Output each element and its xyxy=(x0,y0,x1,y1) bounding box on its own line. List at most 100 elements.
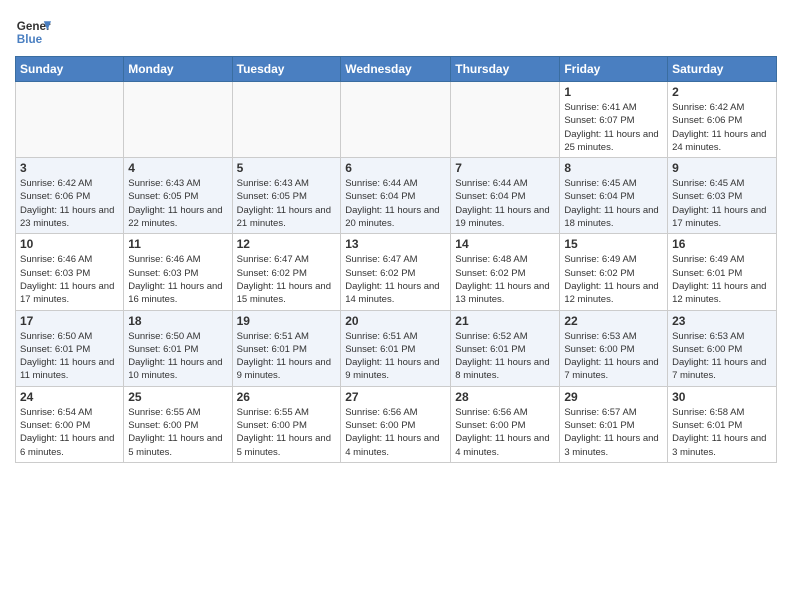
calendar-cell: 15 Sunrise: 6:49 AM Sunset: 6:02 PM Dayli… xyxy=(560,234,668,310)
calendar-cell: 18 Sunrise: 6:50 AM Sunset: 6:01 PM Dayli… xyxy=(124,310,232,386)
weekday-header-friday: Friday xyxy=(560,57,668,82)
day-number: 5 xyxy=(237,161,337,175)
day-info: Sunrise: 6:42 AM Sunset: 6:06 PM Dayligh… xyxy=(672,101,772,154)
calendar-week-1: 1 Sunrise: 6:41 AM Sunset: 6:07 PM Daylig… xyxy=(16,82,777,158)
weekday-header-thursday: Thursday xyxy=(451,57,560,82)
day-number: 21 xyxy=(455,314,555,328)
calendar-cell: 28 Sunrise: 6:56 AM Sunset: 6:00 PM Dayli… xyxy=(451,386,560,462)
day-info: Sunrise: 6:44 AM Sunset: 6:04 PM Dayligh… xyxy=(455,177,555,230)
day-number: 2 xyxy=(672,85,772,99)
calendar: SundayMondayTuesdayWednesdayThursdayFrid… xyxy=(15,56,777,463)
calendar-cell: 11 Sunrise: 6:46 AM Sunset: 6:03 PM Dayli… xyxy=(124,234,232,310)
day-number: 8 xyxy=(564,161,663,175)
day-info: Sunrise: 6:56 AM Sunset: 6:00 PM Dayligh… xyxy=(455,406,555,459)
day-info: Sunrise: 6:53 AM Sunset: 6:00 PM Dayligh… xyxy=(672,330,772,383)
calendar-week-4: 17Sunrise: 6:50 AM Sunset: 6:01 PM Dayli… xyxy=(16,310,777,386)
calendar-cell: 2 Sunrise: 6:42 AM Sunset: 6:06 PM Daylig… xyxy=(668,82,777,158)
calendar-cell: 6Sunrise: 6:44 AM Sunset: 6:04 PM Daylig… xyxy=(341,158,451,234)
day-number: 18 xyxy=(128,314,227,328)
calendar-week-3: 10 Sunrise: 6:46 AM Sunset: 6:03 PM Dayli… xyxy=(16,234,777,310)
day-number: 24 xyxy=(20,390,119,404)
day-number: 10 xyxy=(20,237,119,251)
calendar-cell: 1 Sunrise: 6:41 AM Sunset: 6:07 PM Daylig… xyxy=(560,82,668,158)
day-number: 23 xyxy=(672,314,772,328)
day-number: 19 xyxy=(237,314,337,328)
weekday-header-sunday: Sunday xyxy=(16,57,124,82)
day-info: Sunrise: 6:49 AM Sunset: 6:01 PM Dayligh… xyxy=(672,253,772,306)
calendar-cell: 12 Sunrise: 6:47 AM Sunset: 6:02 PM Dayli… xyxy=(232,234,341,310)
calendar-week-2: 3 Sunrise: 6:42 AM Sunset: 6:06 PM Daylig… xyxy=(16,158,777,234)
weekday-header-monday: Monday xyxy=(124,57,232,82)
day-number: 28 xyxy=(455,390,555,404)
weekday-header-saturday: Saturday xyxy=(668,57,777,82)
day-info: Sunrise: 6:55 AM Sunset: 6:00 PM Dayligh… xyxy=(237,406,337,459)
calendar-cell: 30Sunrise: 6:58 AM Sunset: 6:01 PM Dayli… xyxy=(668,386,777,462)
day-info: Sunrise: 6:50 AM Sunset: 6:01 PM Dayligh… xyxy=(20,330,119,383)
day-number: 29 xyxy=(564,390,663,404)
calendar-cell: 10 Sunrise: 6:46 AM Sunset: 6:03 PM Dayli… xyxy=(16,234,124,310)
calendar-cell: 16Sunrise: 6:49 AM Sunset: 6:01 PM Dayli… xyxy=(668,234,777,310)
calendar-cell xyxy=(451,82,560,158)
day-info: Sunrise: 6:42 AM Sunset: 6:06 PM Dayligh… xyxy=(20,177,119,230)
calendar-cell xyxy=(124,82,232,158)
day-info: Sunrise: 6:58 AM Sunset: 6:01 PM Dayligh… xyxy=(672,406,772,459)
day-number: 22 xyxy=(564,314,663,328)
day-info: Sunrise: 6:53 AM Sunset: 6:00 PM Dayligh… xyxy=(564,330,663,383)
day-info: Sunrise: 6:43 AM Sunset: 6:05 PM Dayligh… xyxy=(237,177,337,230)
calendar-cell: 3 Sunrise: 6:42 AM Sunset: 6:06 PM Daylig… xyxy=(16,158,124,234)
day-info: Sunrise: 6:54 AM Sunset: 6:00 PM Dayligh… xyxy=(20,406,119,459)
logo-icon: General Blue xyxy=(15,14,51,50)
day-info: Sunrise: 6:52 AM Sunset: 6:01 PM Dayligh… xyxy=(455,330,555,383)
day-info: Sunrise: 6:45 AM Sunset: 6:03 PM Dayligh… xyxy=(672,177,772,230)
day-number: 9 xyxy=(672,161,772,175)
calendar-cell: 25 Sunrise: 6:55 AM Sunset: 6:00 PM Dayli… xyxy=(124,386,232,462)
day-number: 3 xyxy=(20,161,119,175)
calendar-cell: 8 Sunrise: 6:45 AM Sunset: 6:04 PM Daylig… xyxy=(560,158,668,234)
day-number: 11 xyxy=(128,237,227,251)
calendar-cell: 14 Sunrise: 6:48 AM Sunset: 6:02 PM Dayli… xyxy=(451,234,560,310)
day-info: Sunrise: 6:55 AM Sunset: 6:00 PM Dayligh… xyxy=(128,406,227,459)
day-number: 15 xyxy=(564,237,663,251)
day-number: 1 xyxy=(564,85,663,99)
day-info: Sunrise: 6:43 AM Sunset: 6:05 PM Dayligh… xyxy=(128,177,227,230)
weekday-header-tuesday: Tuesday xyxy=(232,57,341,82)
day-info: Sunrise: 6:50 AM Sunset: 6:01 PM Dayligh… xyxy=(128,330,227,383)
calendar-cell: 9 Sunrise: 6:45 AM Sunset: 6:03 PM Daylig… xyxy=(668,158,777,234)
day-info: Sunrise: 6:56 AM Sunset: 6:00 PM Dayligh… xyxy=(345,406,446,459)
day-number: 14 xyxy=(455,237,555,251)
day-info: Sunrise: 6:45 AM Sunset: 6:04 PM Dayligh… xyxy=(564,177,663,230)
calendar-cell: 27 Sunrise: 6:56 AM Sunset: 6:00 PM Dayli… xyxy=(341,386,451,462)
day-info: Sunrise: 6:46 AM Sunset: 6:03 PM Dayligh… xyxy=(20,253,119,306)
calendar-cell: 17Sunrise: 6:50 AM Sunset: 6:01 PM Dayli… xyxy=(16,310,124,386)
calendar-cell: 19Sunrise: 6:51 AM Sunset: 6:01 PM Dayli… xyxy=(232,310,341,386)
day-number: 26 xyxy=(237,390,337,404)
logo: General Blue xyxy=(15,14,53,50)
svg-text:Blue: Blue xyxy=(17,33,43,46)
calendar-cell xyxy=(232,82,341,158)
day-number: 12 xyxy=(237,237,337,251)
day-info: Sunrise: 6:41 AM Sunset: 6:07 PM Dayligh… xyxy=(564,101,663,154)
calendar-cell: 29 Sunrise: 6:57 AM Sunset: 6:01 PM Dayli… xyxy=(560,386,668,462)
calendar-cell: 13Sunrise: 6:47 AM Sunset: 6:02 PM Dayli… xyxy=(341,234,451,310)
weekday-header-wednesday: Wednesday xyxy=(341,57,451,82)
day-info: Sunrise: 6:57 AM Sunset: 6:01 PM Dayligh… xyxy=(564,406,663,459)
day-number: 4 xyxy=(128,161,227,175)
day-number: 20 xyxy=(345,314,446,328)
day-info: Sunrise: 6:47 AM Sunset: 6:02 PM Dayligh… xyxy=(345,253,446,306)
day-info: Sunrise: 6:46 AM Sunset: 6:03 PM Dayligh… xyxy=(128,253,227,306)
calendar-cell xyxy=(341,82,451,158)
calendar-cell: 20 Sunrise: 6:51 AM Sunset: 6:01 PM Dayli… xyxy=(341,310,451,386)
day-number: 7 xyxy=(455,161,555,175)
day-info: Sunrise: 6:51 AM Sunset: 6:01 PM Dayligh… xyxy=(345,330,446,383)
calendar-cell: 22 Sunrise: 6:53 AM Sunset: 6:00 PM Dayli… xyxy=(560,310,668,386)
calendar-week-5: 24 Sunrise: 6:54 AM Sunset: 6:00 PM Dayli… xyxy=(16,386,777,462)
day-info: Sunrise: 6:48 AM Sunset: 6:02 PM Dayligh… xyxy=(455,253,555,306)
day-number: 25 xyxy=(128,390,227,404)
day-info: Sunrise: 6:44 AM Sunset: 6:04 PM Dayligh… xyxy=(345,177,446,230)
day-info: Sunrise: 6:49 AM Sunset: 6:02 PM Dayligh… xyxy=(564,253,663,306)
day-info: Sunrise: 6:47 AM Sunset: 6:02 PM Dayligh… xyxy=(237,253,337,306)
calendar-cell: 24 Sunrise: 6:54 AM Sunset: 6:00 PM Dayli… xyxy=(16,386,124,462)
calendar-cell: 23 Sunrise: 6:53 AM Sunset: 6:00 PM Dayli… xyxy=(668,310,777,386)
day-number: 27 xyxy=(345,390,446,404)
calendar-cell: 26 Sunrise: 6:55 AM Sunset: 6:00 PM Dayli… xyxy=(232,386,341,462)
